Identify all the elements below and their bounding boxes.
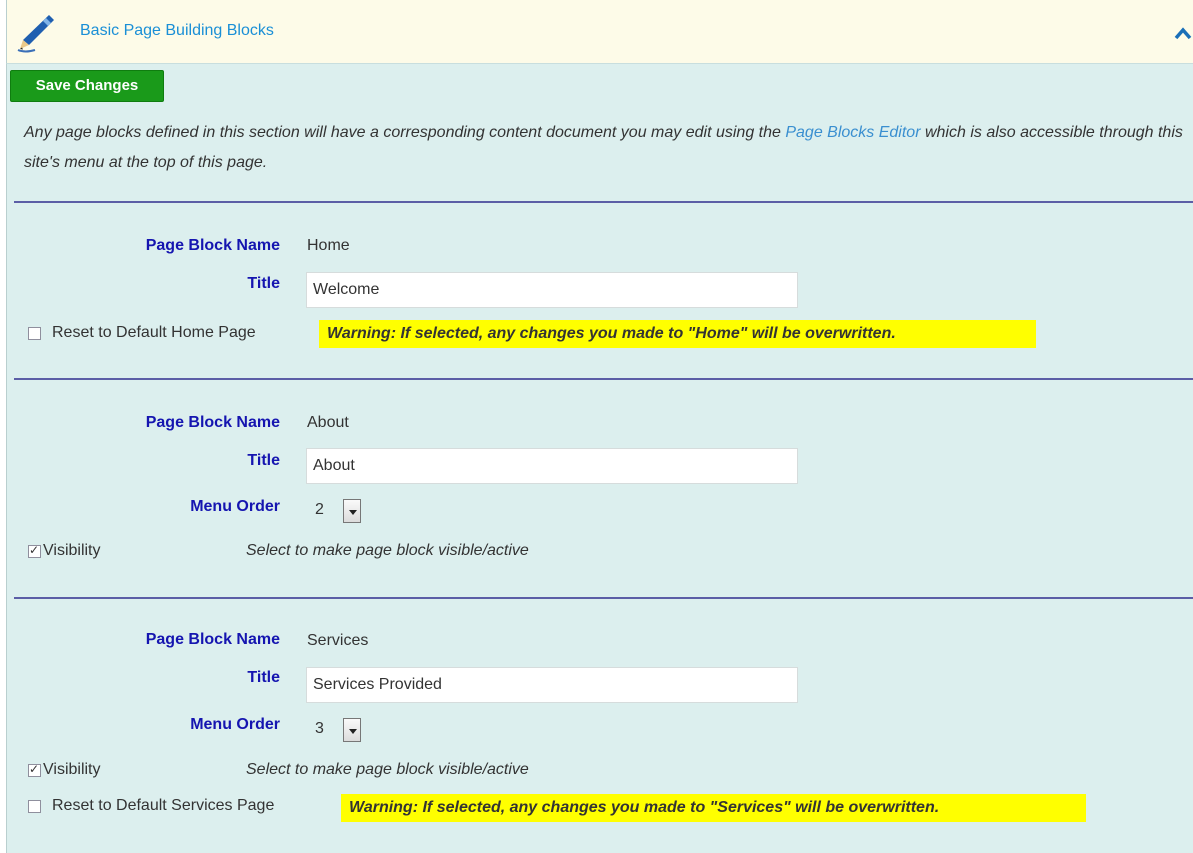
visibility-about-checkbox[interactable]	[28, 543, 41, 558]
page-blocks-editor-link[interactable]: Page Blocks Editor	[785, 124, 920, 141]
visibility-hint: Select to make page block visible/active	[246, 542, 529, 559]
block-name-value: About	[307, 414, 349, 431]
warning-services: Warning: If selected, any changes you ma…	[341, 794, 1086, 822]
reset-services-checkbox[interactable]	[28, 800, 41, 813]
pencil-icon	[17, 15, 54, 53]
reset-home-checkbox[interactable]	[28, 327, 41, 340]
title-input-about[interactable]	[306, 448, 798, 484]
visibility-label[interactable]: Visibility	[43, 542, 101, 560]
block-name-value: Services	[307, 632, 369, 649]
menu-order-select-services[interactable]: 3	[305, 712, 365, 748]
chevron-down-icon[interactable]	[343, 499, 361, 523]
menu-order-select-about[interactable]: 2	[305, 493, 365, 529]
block-name-label: Page Block Name	[145, 414, 280, 431]
title-input-home[interactable]	[306, 272, 798, 308]
menu-order-label: Menu Order	[190, 716, 280, 733]
title-input-services[interactable]	[306, 667, 798, 703]
divider	[14, 378, 1193, 380]
divider	[14, 201, 1193, 203]
warning-home: Warning: If selected, any changes you ma…	[319, 320, 1036, 348]
chevron-up-icon[interactable]	[1174, 26, 1192, 40]
visibility-hint: Select to make page block visible/active	[246, 761, 529, 778]
section-title[interactable]: Basic Page Building Blocks	[80, 22, 274, 40]
visibility-services-checkbox[interactable]	[28, 762, 41, 777]
title-label: Title	[247, 452, 280, 469]
reset-services-label[interactable]: Reset to Default Services Page	[52, 797, 274, 815]
save-button[interactable]: Save Changes	[10, 70, 164, 102]
block-name-label: Page Block Name	[145, 237, 280, 254]
visibility-label[interactable]: Visibility	[43, 761, 101, 779]
menu-order-label: Menu Order	[190, 498, 280, 515]
title-label: Title	[247, 275, 280, 292]
intro-text: Any page blocks defined in this section …	[24, 124, 1183, 171]
section-header[interactable]: Basic Page Building Blocks	[6, 0, 1193, 64]
reset-home-label[interactable]: Reset to Default Home Page	[52, 324, 256, 342]
block-name-value: Home	[307, 237, 350, 254]
chevron-down-icon[interactable]	[343, 718, 361, 742]
divider	[14, 597, 1193, 599]
block-name-label: Page Block Name	[145, 631, 280, 648]
title-label: Title	[247, 669, 280, 686]
